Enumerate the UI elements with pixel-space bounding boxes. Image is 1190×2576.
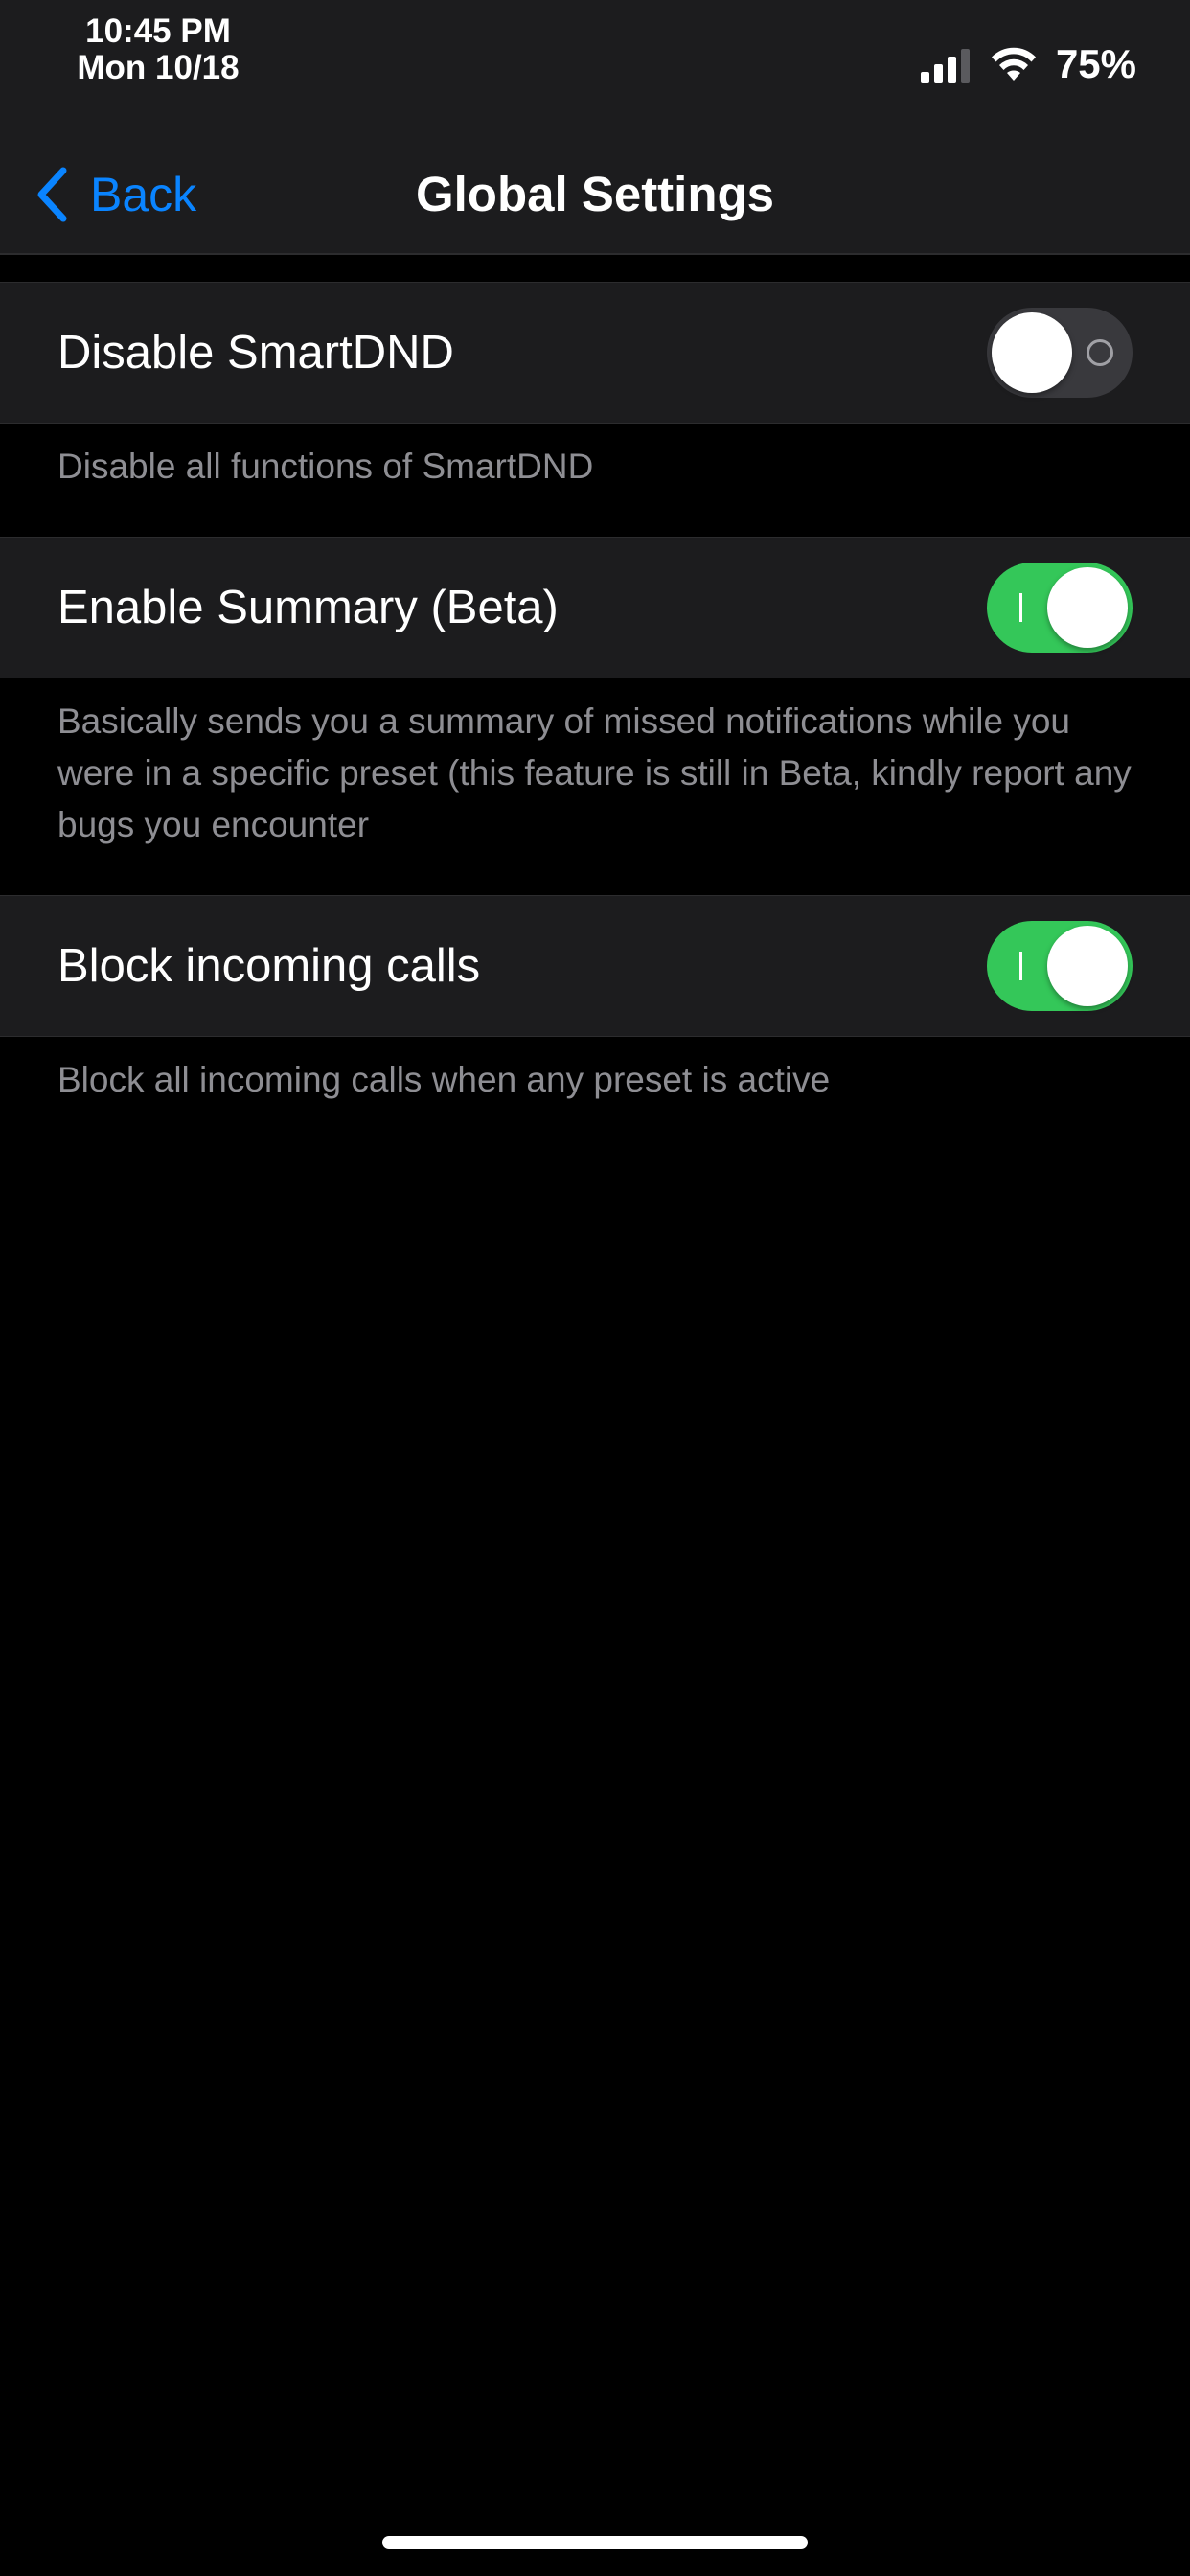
setting-label: Enable Summary (Beta)	[57, 582, 559, 633]
screen: 10:45 PM Mon 10/18 75% Back Global Setti…	[0, 0, 1190, 2576]
status-time: 10:45 PM	[85, 12, 231, 50]
navigation-bar: Back Global Settings	[0, 134, 1190, 255]
setting-label: Disable SmartDND	[57, 327, 454, 379]
toggle-on-indicator-icon	[1019, 593, 1022, 622]
toggle-knob	[1047, 926, 1128, 1006]
disable-smartdnd-toggle[interactable]	[987, 308, 1133, 398]
toggle-on-indicator-icon	[1019, 952, 1022, 980]
wifi-icon	[991, 47, 1036, 80]
setting-row-enable-summary: Enable Summary (Beta)	[0, 537, 1190, 678]
setting-row-disable-smartdnd: Disable SmartDND	[0, 282, 1190, 424]
toggle-knob	[992, 312, 1072, 393]
block-incoming-calls-toggle[interactable]	[987, 921, 1133, 1011]
status-bar: 10:45 PM Mon 10/18 75%	[0, 0, 1190, 134]
status-date: Mon 10/18	[77, 49, 240, 86]
home-indicator[interactable]	[382, 2536, 808, 2549]
cellular-signal-icon	[920, 45, 970, 83]
battery-percentage: 75%	[1055, 41, 1136, 86]
setting-label: Block incoming calls	[57, 940, 481, 992]
page-title: Global Settings	[415, 167, 775, 221]
setting-description: Disable all functions of SmartDND	[57, 447, 594, 486]
enable-summary-toggle[interactable]	[987, 563, 1133, 653]
setting-description: Block all incoming calls when any preset…	[57, 1060, 831, 1099]
toggle-off-indicator-icon	[1087, 339, 1113, 366]
toggle-knob	[1047, 567, 1128, 648]
status-clock: 10:45 PM Mon 10/18	[38, 13, 278, 86]
setting-description: Basically sends you a summary of missed …	[57, 702, 1132, 844]
setting-row-block-incoming-calls: Block incoming calls	[0, 895, 1190, 1037]
status-indicators: 75%	[920, 40, 1136, 88]
